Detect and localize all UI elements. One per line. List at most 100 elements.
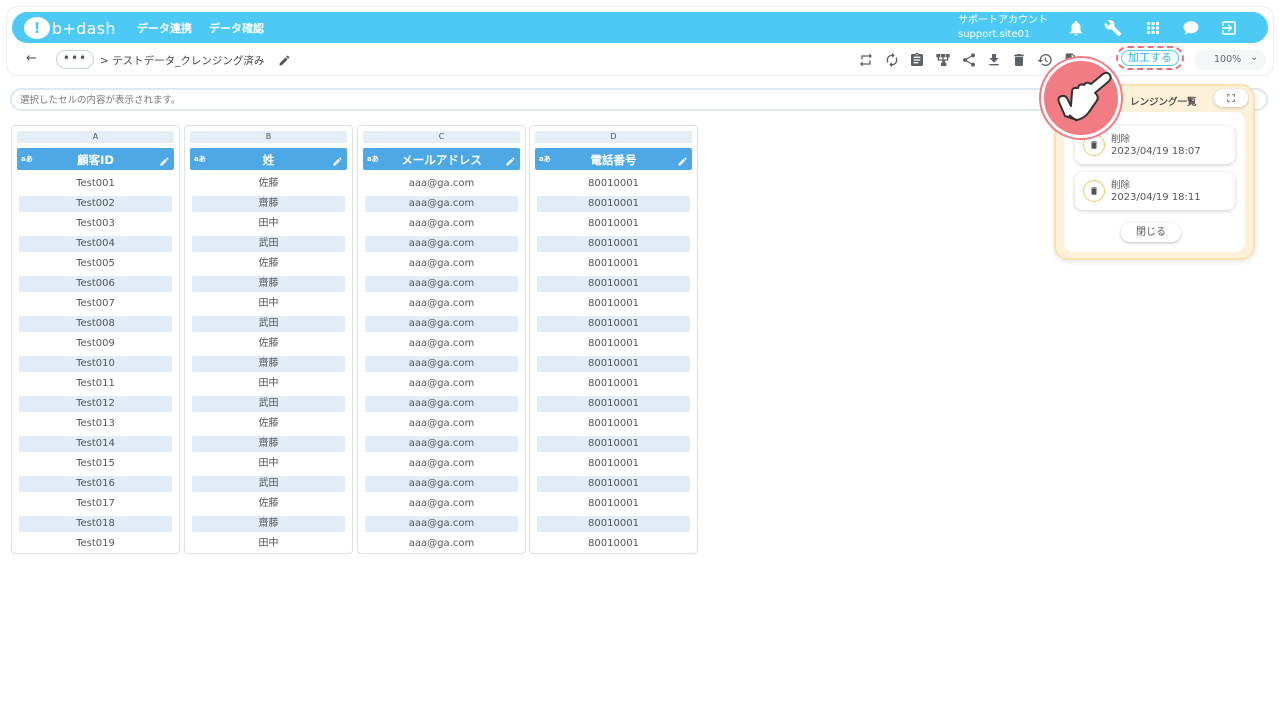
- table-cell[interactable]: Test004: [19, 236, 172, 252]
- edit-column-icon[interactable]: [505, 152, 516, 171]
- process-button[interactable]: 加工する: [1121, 50, 1179, 66]
- table-cell[interactable]: aaa@ga.com: [365, 496, 518, 512]
- table-cell[interactable]: 80010001: [537, 416, 690, 432]
- table-cell[interactable]: Test006: [19, 276, 172, 292]
- table-cell[interactable]: Test005: [19, 256, 172, 272]
- table-cell[interactable]: 80010001: [537, 476, 690, 492]
- column-letter[interactable]: C: [363, 131, 520, 143]
- table-cell[interactable]: 80010001: [537, 256, 690, 272]
- logout-icon[interactable]: [1218, 17, 1240, 39]
- table-cell[interactable]: aaa@ga.com: [365, 476, 518, 492]
- clipboard-icon[interactable]: [907, 50, 927, 70]
- table-cell[interactable]: Test017: [19, 496, 172, 512]
- back-arrow-icon[interactable]: ←: [26, 51, 37, 66]
- table-cell[interactable]: aaa@ga.com: [365, 196, 518, 212]
- trash-icon[interactable]: [1009, 50, 1029, 70]
- table-cell[interactable]: aaa@ga.com: [365, 176, 518, 192]
- table-cell[interactable]: aaa@ga.com: [365, 256, 518, 272]
- table-cell[interactable]: 80010001: [537, 536, 690, 552]
- logo[interactable]: ! b+dash: [24, 16, 116, 40]
- share-icon[interactable]: [959, 50, 979, 70]
- table-cell[interactable]: Test018: [19, 516, 172, 532]
- table-cell[interactable]: 80010001: [537, 336, 690, 352]
- table-cell[interactable]: aaa@ga.com: [365, 416, 518, 432]
- table-cell[interactable]: 佐藤: [192, 176, 345, 192]
- table-cell[interactable]: 80010001: [537, 396, 690, 412]
- table-cell[interactable]: 田中: [192, 216, 345, 232]
- edit-name-icon[interactable]: [278, 52, 291, 71]
- table-cell[interactable]: 80010001: [537, 196, 690, 212]
- table-cell[interactable]: 武田: [192, 236, 345, 252]
- table-cell[interactable]: aaa@ga.com: [365, 316, 518, 332]
- table-cell[interactable]: 佐藤: [192, 336, 345, 352]
- table-cell[interactable]: aaa@ga.com: [365, 376, 518, 392]
- column-letter[interactable]: B: [190, 131, 347, 143]
- table-cell[interactable]: Test013: [19, 416, 172, 432]
- table-cell[interactable]: 佐藤: [192, 496, 345, 512]
- wrench-icon[interactable]: [1102, 17, 1124, 39]
- table-cell[interactable]: 田中: [192, 296, 345, 312]
- table-cell[interactable]: aaa@ga.com: [365, 216, 518, 232]
- table-cell[interactable]: aaa@ga.com: [365, 336, 518, 352]
- table-cell[interactable]: 齋藤: [192, 276, 345, 292]
- table-cell[interactable]: 80010001: [537, 496, 690, 512]
- account-info[interactable]: サポートアカウント support.site01: [958, 14, 1048, 42]
- zoom-select[interactable]: 100% ⌄: [1194, 50, 1266, 70]
- table-cell[interactable]: Test011: [19, 376, 172, 392]
- expand-icon[interactable]: [1214, 89, 1248, 107]
- table-cell[interactable]: 80010001: [537, 216, 690, 232]
- column-letter[interactable]: A: [17, 131, 174, 143]
- table-cell[interactable]: 80010001: [537, 456, 690, 472]
- table-cell[interactable]: 80010001: [537, 376, 690, 392]
- refresh-icon[interactable]: [882, 50, 902, 70]
- table-cell[interactable]: 田中: [192, 536, 345, 552]
- table-cell[interactable]: aaa@ga.com: [365, 536, 518, 552]
- table-cell[interactable]: aaa@ga.com: [365, 516, 518, 532]
- bell-icon[interactable]: [1065, 17, 1087, 39]
- close-button[interactable]: 閉じる: [1121, 223, 1181, 242]
- table-cell[interactable]: aaa@ga.com: [365, 276, 518, 292]
- table-cell[interactable]: Test008: [19, 316, 172, 332]
- history-item[interactable]: 削除 2023/04/19 18:11: [1075, 172, 1235, 210]
- table-cell[interactable]: 齋藤: [192, 516, 345, 532]
- edit-column-icon[interactable]: [159, 152, 170, 171]
- table-cell[interactable]: 80010001: [537, 356, 690, 372]
- swap-icon[interactable]: [856, 50, 876, 70]
- apps-grid-icon[interactable]: [1142, 17, 1164, 39]
- table-cell[interactable]: aaa@ga.com: [365, 296, 518, 312]
- table-cell[interactable]: 80010001: [537, 236, 690, 252]
- column-header[interactable]: aあ姓: [190, 148, 347, 170]
- table-cell[interactable]: Test003: [19, 216, 172, 232]
- table-cell[interactable]: 齋藤: [192, 436, 345, 452]
- table-cell[interactable]: 80010001: [537, 176, 690, 192]
- table-cell[interactable]: 80010001: [537, 296, 690, 312]
- table-cell[interactable]: aaa@ga.com: [365, 236, 518, 252]
- table-cell[interactable]: 80010001: [537, 276, 690, 292]
- table-cell[interactable]: Test015: [19, 456, 172, 472]
- download-icon[interactable]: [984, 50, 1004, 70]
- table-cell[interactable]: Test002: [19, 196, 172, 212]
- table-cell[interactable]: 80010001: [537, 316, 690, 332]
- table-cell[interactable]: Test016: [19, 476, 172, 492]
- table-cell[interactable]: 田中: [192, 456, 345, 472]
- table-cell[interactable]: Test010: [19, 356, 172, 372]
- table-cell[interactable]: 80010001: [537, 516, 690, 532]
- table-cell[interactable]: Test012: [19, 396, 172, 412]
- edit-column-icon[interactable]: [677, 152, 688, 171]
- nav-data-check[interactable]: データ確認: [209, 20, 264, 36]
- nav-data-integration[interactable]: データ連携: [137, 20, 192, 36]
- table-cell[interactable]: 武田: [192, 476, 345, 492]
- column-header[interactable]: aあ 電話番号: [535, 148, 692, 170]
- more-button[interactable]: •••: [56, 50, 94, 69]
- column-header[interactable]: aあ 顧客ID: [17, 148, 174, 170]
- table-cell[interactable]: 齋藤: [192, 196, 345, 212]
- column-header[interactable]: aあ メールアドレス: [363, 148, 520, 170]
- table-cell[interactable]: aaa@ga.com: [365, 436, 518, 452]
- table-cell[interactable]: Test007: [19, 296, 172, 312]
- table-cell[interactable]: Test019: [19, 536, 172, 552]
- column-letter[interactable]: D: [535, 131, 692, 143]
- edit-column-icon[interactable]: [332, 152, 343, 171]
- hierarchy-icon[interactable]: [933, 50, 953, 70]
- cell-content-input[interactable]: [20, 92, 1020, 108]
- table-cell[interactable]: Test001: [19, 176, 172, 192]
